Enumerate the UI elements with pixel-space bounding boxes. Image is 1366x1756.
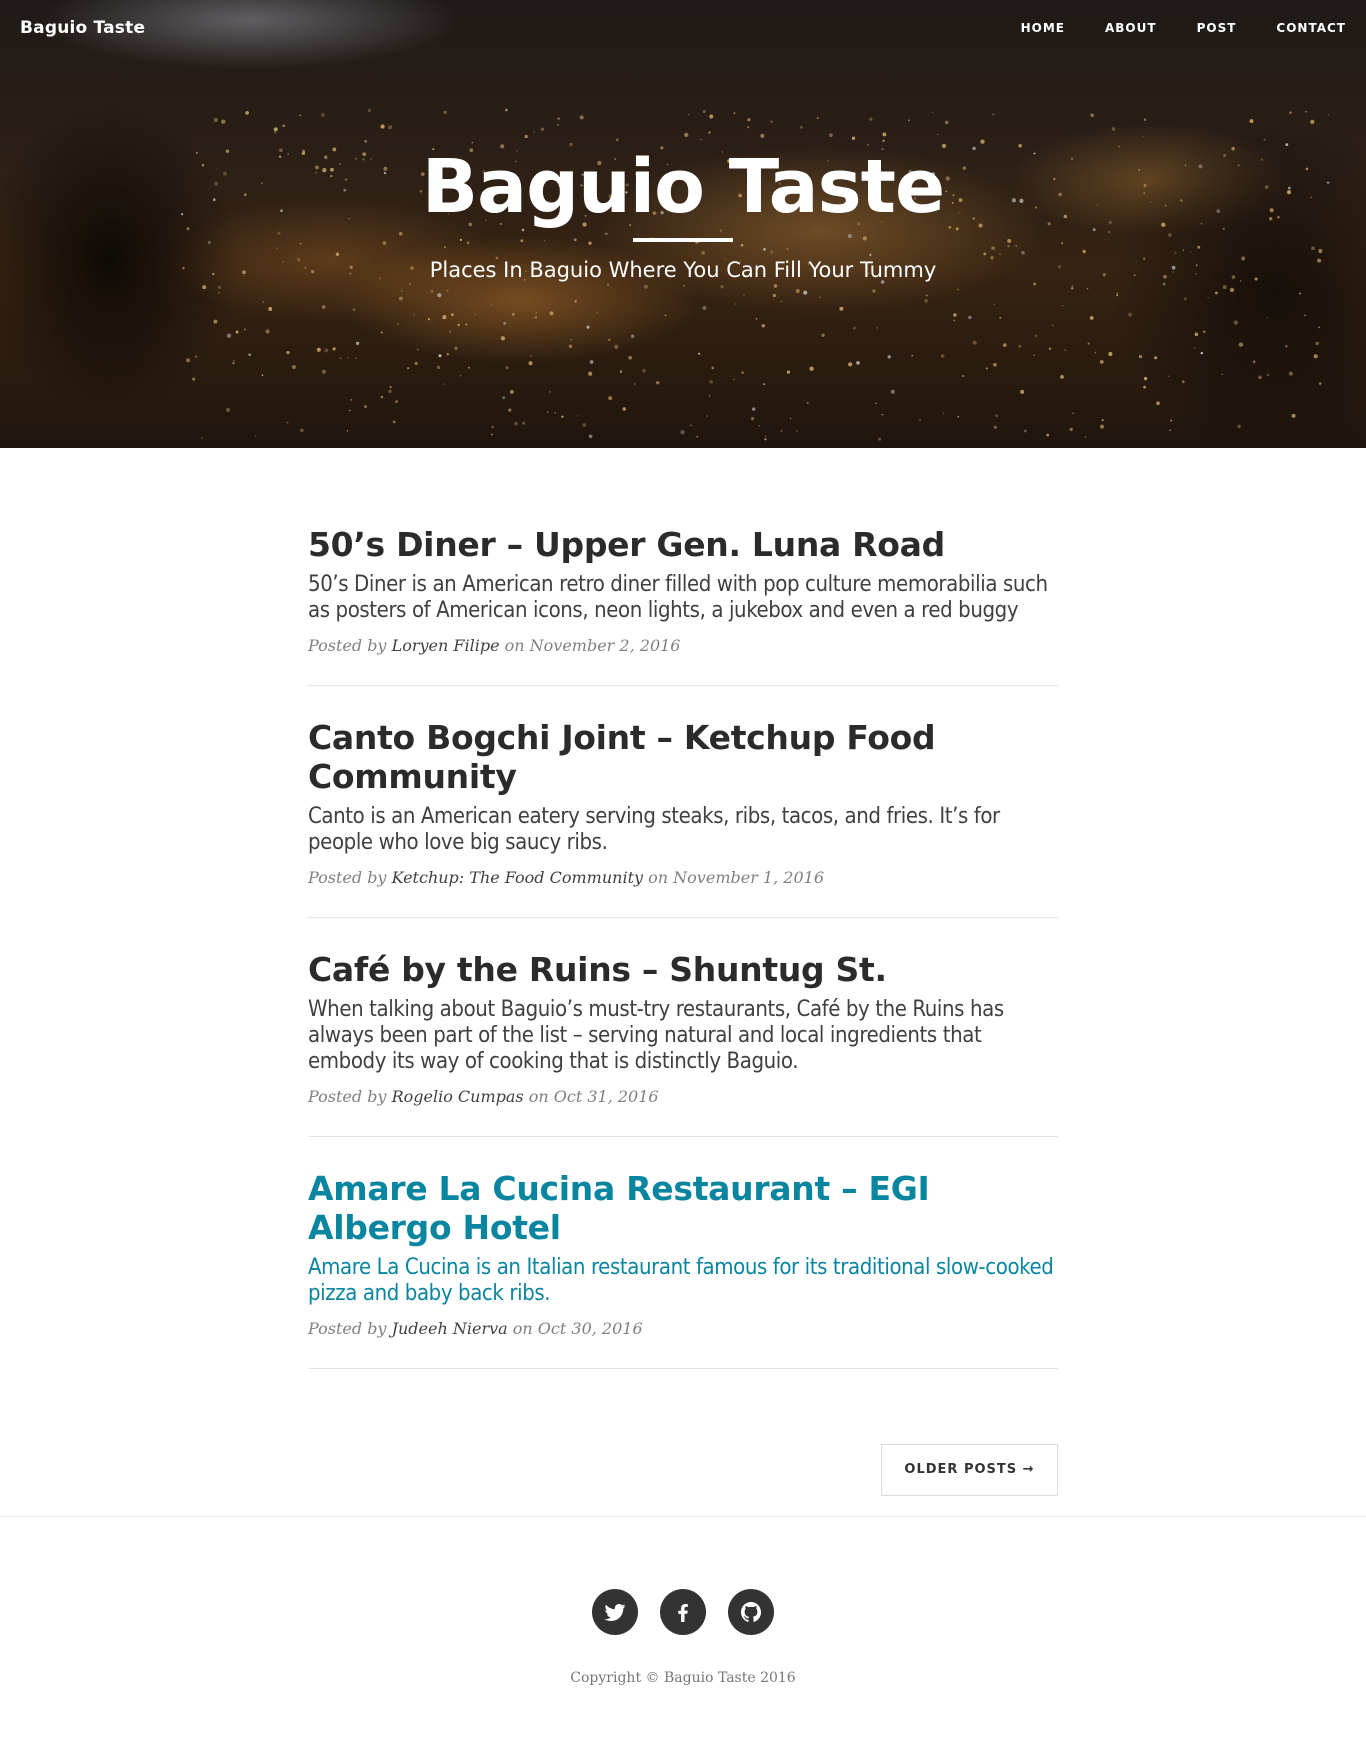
post-meta: Posted by Judeeh Nierva on Oct 30, 2016 — [308, 1319, 643, 1338]
footer-divider — [0, 1516, 1366, 1517]
navbar: Baguio Taste HOME ABOUT POST CONTACT — [0, 0, 1366, 60]
nav-about[interactable]: ABOUT — [1105, 21, 1157, 35]
site-subtitle: Places In Baguio Where You Can Fill Your… — [429, 258, 937, 282]
post-preview: Café by the Ruins – Shuntug St. When tal… — [308, 950, 1058, 1137]
hero-header: Baguio Taste HOME ABOUT POST CONTACT Bag… — [0, 0, 1366, 448]
github-icon[interactable] — [728, 1589, 774, 1635]
copyright-text: Copyright © Baguio Taste 2016 — [570, 1670, 796, 1686]
post-excerpt[interactable]: When talking about Baguio’s must-try res… — [308, 997, 1058, 1075]
post-list: 50’s Diner – Upper Gen. Luna Road 50’s D… — [308, 525, 1058, 1401]
site-title: Baguio Taste — [421, 144, 945, 230]
post-title-link[interactable]: Canto Bogchi Joint – Ketchup Food Commun… — [308, 718, 1058, 796]
post-title-link[interactable]: Café by the Ruins – Shuntug St. — [308, 950, 1058, 989]
title-divider — [633, 238, 733, 242]
post-author-link[interactable]: Rogelio Cumpas — [392, 1087, 524, 1106]
post-meta: Posted by Loryen Filipe on November 2, 2… — [308, 636, 681, 655]
post-author-link[interactable]: Ketchup: The Food Community — [392, 868, 643, 887]
post-preview: 50’s Diner – Upper Gen. Luna Road 50’s D… — [308, 525, 1058, 686]
post-date: Oct 31, 2016 — [553, 1087, 659, 1106]
post-preview-hovered: Amare La Cucina Restaurant – EGI Albergo… — [308, 1169, 1058, 1369]
post-date: Oct 30, 2016 — [537, 1319, 643, 1338]
post-excerpt[interactable]: Amare La Cucina is an Italian restaurant… — [308, 1255, 1058, 1307]
post-author-link[interactable]: Loryen Filipe — [392, 636, 500, 655]
brand-link[interactable]: Baguio Taste — [20, 18, 145, 38]
post-title-link[interactable]: 50’s Diner – Upper Gen. Luna Road — [308, 525, 1058, 564]
post-meta: Posted by Rogelio Cumpas on Oct 31, 2016 — [308, 1087, 659, 1106]
post-date: November 1, 2016 — [673, 868, 824, 887]
post-preview: Canto Bogchi Joint – Ketchup Food Commun… — [308, 718, 1058, 918]
post-date: November 2, 2016 — [529, 636, 681, 655]
nav-contact[interactable]: CONTACT — [1276, 21, 1346, 35]
nav-links: HOME ABOUT POST CONTACT — [981, 21, 1346, 35]
site-heading: Baguio Taste Places In Baguio Where You … — [0, 150, 1366, 282]
older-posts-button[interactable]: OLDER POSTS → — [881, 1444, 1058, 1496]
post-excerpt[interactable]: 50’s Diner is an American retro diner fi… — [308, 572, 1058, 624]
post-title-link[interactable]: Amare La Cucina Restaurant – EGI Albergo… — [308, 1169, 1058, 1247]
pager: OLDER POSTS → — [308, 1444, 1058, 1496]
twitter-icon[interactable] — [592, 1589, 638, 1635]
facebook-icon[interactable] — [660, 1589, 706, 1635]
post-meta: Posted by Ketchup: The Food Community on… — [308, 868, 824, 887]
nav-post[interactable]: POST — [1197, 21, 1237, 35]
post-author-link[interactable]: Judeeh Nierva — [392, 1319, 508, 1338]
social-links — [0, 1589, 1366, 1635]
post-excerpt[interactable]: Canto is an American eatery serving stea… — [308, 804, 1058, 856]
nav-home[interactable]: HOME — [1021, 21, 1065, 35]
